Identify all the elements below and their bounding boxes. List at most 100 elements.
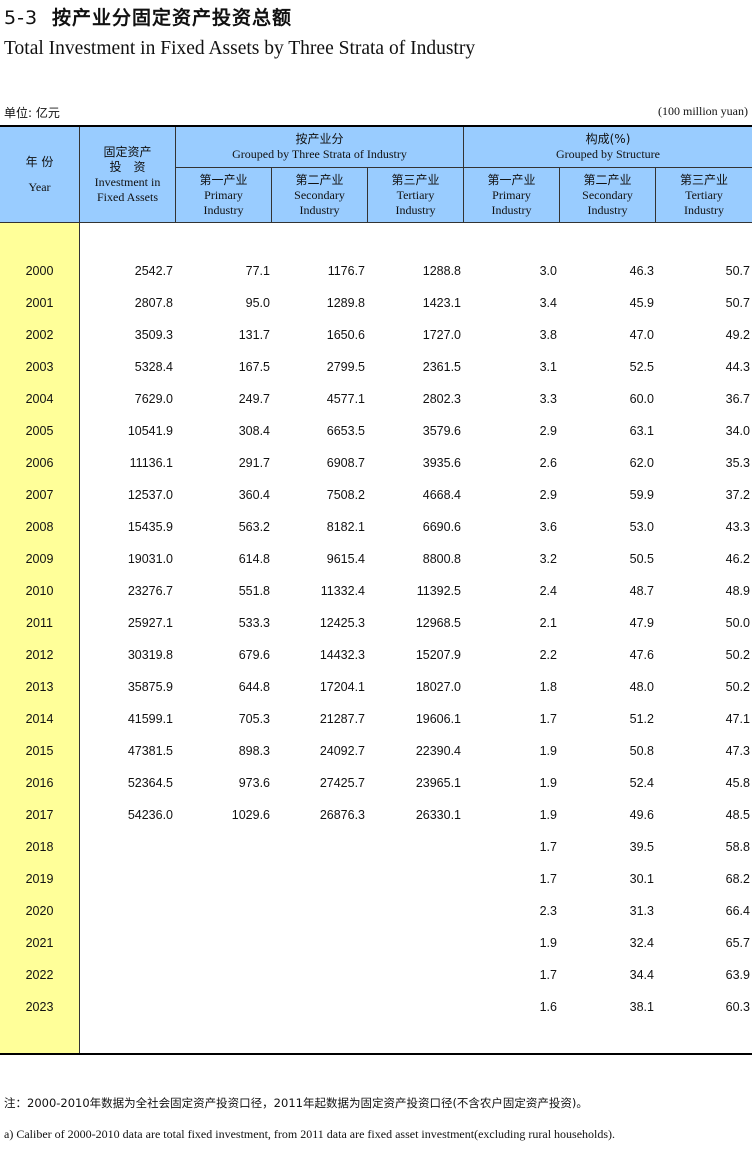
primary-cell: 360.4 bbox=[238, 488, 270, 502]
year-cell: 2005 bbox=[25, 424, 54, 438]
primary-cell: 551.8 bbox=[238, 584, 270, 598]
tertiary-share-cell: 45.8 bbox=[725, 776, 750, 790]
total-investment-cell: 47381.5 bbox=[127, 744, 173, 758]
primary-cell: 705.3 bbox=[238, 712, 270, 726]
secondary-share-cell: 52.5 bbox=[629, 360, 654, 374]
primary-cell: 249.7 bbox=[238, 392, 270, 406]
primary-share-cell: 2.2 bbox=[539, 648, 557, 662]
year-cell: 2004 bbox=[25, 392, 54, 406]
page-title-en: Total Investment in Fixed Assets by Thre… bbox=[4, 38, 476, 59]
primary-share-cell: 1.7 bbox=[539, 712, 557, 726]
secondary-share-cell: 53.0 bbox=[629, 520, 654, 534]
header-tertiary-share: 第三产业 Tertiary Industry bbox=[656, 168, 752, 222]
year-cell: 2007 bbox=[25, 488, 54, 502]
header-total-cn1: 固定资产 bbox=[103, 144, 152, 159]
table-row: 2003 5328.4 167.5 2799.5 2361.5 3.1 52.5 44.3 bbox=[0, 351, 752, 383]
page-title-cn: 5-3 按产业分固定资产投资总额 bbox=[4, 3, 292, 30]
tertiary-share-cell: 66.4 bbox=[725, 904, 750, 918]
year-cell: 2015 bbox=[25, 744, 54, 758]
header-primary-share-cn: 第一产业 bbox=[487, 172, 536, 187]
primary-cell: 308.4 bbox=[238, 424, 270, 438]
title-cn-text: 按产业分固定资产投资总额 bbox=[52, 7, 293, 29]
total-investment-cell: 2542.7 bbox=[134, 264, 173, 278]
table-row: 2017 54236.0 1029.6 26876.3 26330.1 1.9 49.6 48… bbox=[0, 799, 752, 831]
tertiary-share-cell: 65.7 bbox=[725, 936, 750, 950]
table-row: 2023 1.6 38.1 60.3 bbox=[0, 991, 752, 1023]
primary-share-cell: 2.3 bbox=[539, 904, 557, 918]
tertiary-share-cell: 44.3 bbox=[725, 360, 750, 374]
tertiary-share-cell: 50.0 bbox=[725, 616, 750, 630]
tertiary-share-cell: 63.9 bbox=[725, 968, 750, 982]
header-secondary-share-en2: Industry bbox=[587, 202, 628, 217]
header-tertiary-en1: Tertiary bbox=[396, 187, 435, 202]
year-cell: 2021 bbox=[25, 936, 54, 950]
tertiary-cell: 1727.0 bbox=[422, 328, 461, 342]
secondary-cell: 8182.1 bbox=[326, 520, 365, 534]
header-total-en1: Investment in bbox=[94, 174, 161, 189]
total-investment-cell: 2807.8 bbox=[134, 296, 173, 310]
primary-share-cell: 3.4 bbox=[539, 296, 557, 310]
header-divider bbox=[175, 127, 176, 222]
secondary-share-cell: 62.0 bbox=[629, 456, 654, 470]
year-cell: 2016 bbox=[25, 776, 54, 790]
header-divider bbox=[559, 167, 560, 222]
header-group-industry: 按产业分 Grouped by Three Strata of Industry bbox=[176, 127, 463, 167]
secondary-cell: 1289.8 bbox=[326, 296, 365, 310]
header-tertiary-share-cn: 第三产业 bbox=[679, 172, 728, 187]
header-secondary: 第二产业 Secondary Industry bbox=[272, 168, 367, 222]
header-primary-share: 第一产业 Primary Industry bbox=[464, 168, 559, 222]
table-row: 2016 52364.5 973.6 27425.7 23965.1 1.9 52.4 45.… bbox=[0, 767, 752, 799]
primary-share-cell: 3.2 bbox=[539, 552, 557, 566]
table-row: 2007 12537.0 360.4 7508.2 4668.4 2.9 59.9 37.2 bbox=[0, 479, 752, 511]
header-tertiary-cn: 第三产业 bbox=[391, 172, 440, 187]
table-row: 2001 2807.8 95.0 1289.8 1423.1 3.4 45.9 50.7 bbox=[0, 287, 752, 319]
primary-share-cell: 1.7 bbox=[539, 872, 557, 886]
total-investment-cell: 15435.9 bbox=[127, 520, 173, 534]
primary-share-cell: 1.7 bbox=[539, 968, 557, 982]
secondary-share-cell: 34.4 bbox=[629, 968, 654, 982]
header-secondary-en2: Industry bbox=[299, 202, 340, 217]
tertiary-cell: 4668.4 bbox=[422, 488, 461, 502]
tertiary-share-cell: 48.9 bbox=[725, 584, 750, 598]
primary-cell: 644.8 bbox=[238, 680, 270, 694]
secondary-share-cell: 59.9 bbox=[629, 488, 654, 502]
header-primary: 第一产业 Primary Industry bbox=[176, 168, 271, 222]
table-row: 2011 25927.1 533.3 12425.3 12968.5 2.1 47.9 50.… bbox=[0, 607, 752, 639]
tertiary-share-cell: 37.2 bbox=[725, 488, 750, 502]
table-row: 2002 3509.3 131.7 1650.6 1727.0 3.8 47.0 49.2 bbox=[0, 319, 752, 351]
tertiary-share-cell: 36.7 bbox=[725, 392, 750, 406]
header-divider bbox=[655, 167, 656, 222]
tertiary-cell: 3935.6 bbox=[422, 456, 461, 470]
tertiary-share-cell: 50.7 bbox=[725, 264, 750, 278]
tertiary-share-cell: 50.2 bbox=[725, 680, 750, 694]
secondary-cell: 14432.3 bbox=[319, 648, 365, 662]
table-row: 2019 1.7 30.1 68.2 bbox=[0, 863, 752, 895]
secondary-share-cell: 30.1 bbox=[629, 872, 654, 886]
primary-cell: 679.6 bbox=[238, 648, 270, 662]
year-cell: 2011 bbox=[26, 616, 53, 630]
header-group-industry-cn: 按产业分 bbox=[295, 132, 344, 146]
tertiary-share-cell: 50.2 bbox=[725, 648, 750, 662]
secondary-cell: 6653.5 bbox=[326, 424, 365, 438]
header-primary-share-en1: Primary bbox=[492, 187, 531, 202]
tertiary-share-cell: 49.2 bbox=[725, 328, 750, 342]
secondary-cell: 9615.4 bbox=[326, 552, 365, 566]
table-row: 2014 41599.1 705.3 21287.7 19606.1 1.7 51.2 47.… bbox=[0, 703, 752, 735]
secondary-cell: 11332.4 bbox=[320, 584, 365, 598]
primary-share-cell: 2.9 bbox=[539, 488, 557, 502]
total-investment-cell: 19031.0 bbox=[127, 552, 173, 566]
total-investment-cell: 25927.1 bbox=[127, 616, 173, 630]
table-row: 2004 7629.0 249.7 4577.1 2802.3 3.3 60.0 36.7 bbox=[0, 383, 752, 415]
primary-share-cell: 1.9 bbox=[539, 808, 557, 822]
total-investment-cell: 10541.9 bbox=[127, 424, 173, 438]
header-tertiary-share-en1: Tertiary bbox=[685, 187, 723, 202]
primary-share-cell: 3.6 bbox=[539, 520, 557, 534]
secondary-share-cell: 48.0 bbox=[629, 680, 654, 694]
primary-share-cell: 3.0 bbox=[539, 264, 557, 278]
secondary-share-cell: 47.6 bbox=[629, 648, 654, 662]
primary-share-cell: 1.6 bbox=[539, 1000, 557, 1014]
primary-cell: 533.3 bbox=[238, 616, 270, 630]
table-row: 2005 10541.9 308.4 6653.5 3579.6 2.9 63.1 34.0 bbox=[0, 415, 752, 447]
year-cell: 2003 bbox=[25, 360, 54, 374]
header-divider bbox=[367, 167, 368, 222]
